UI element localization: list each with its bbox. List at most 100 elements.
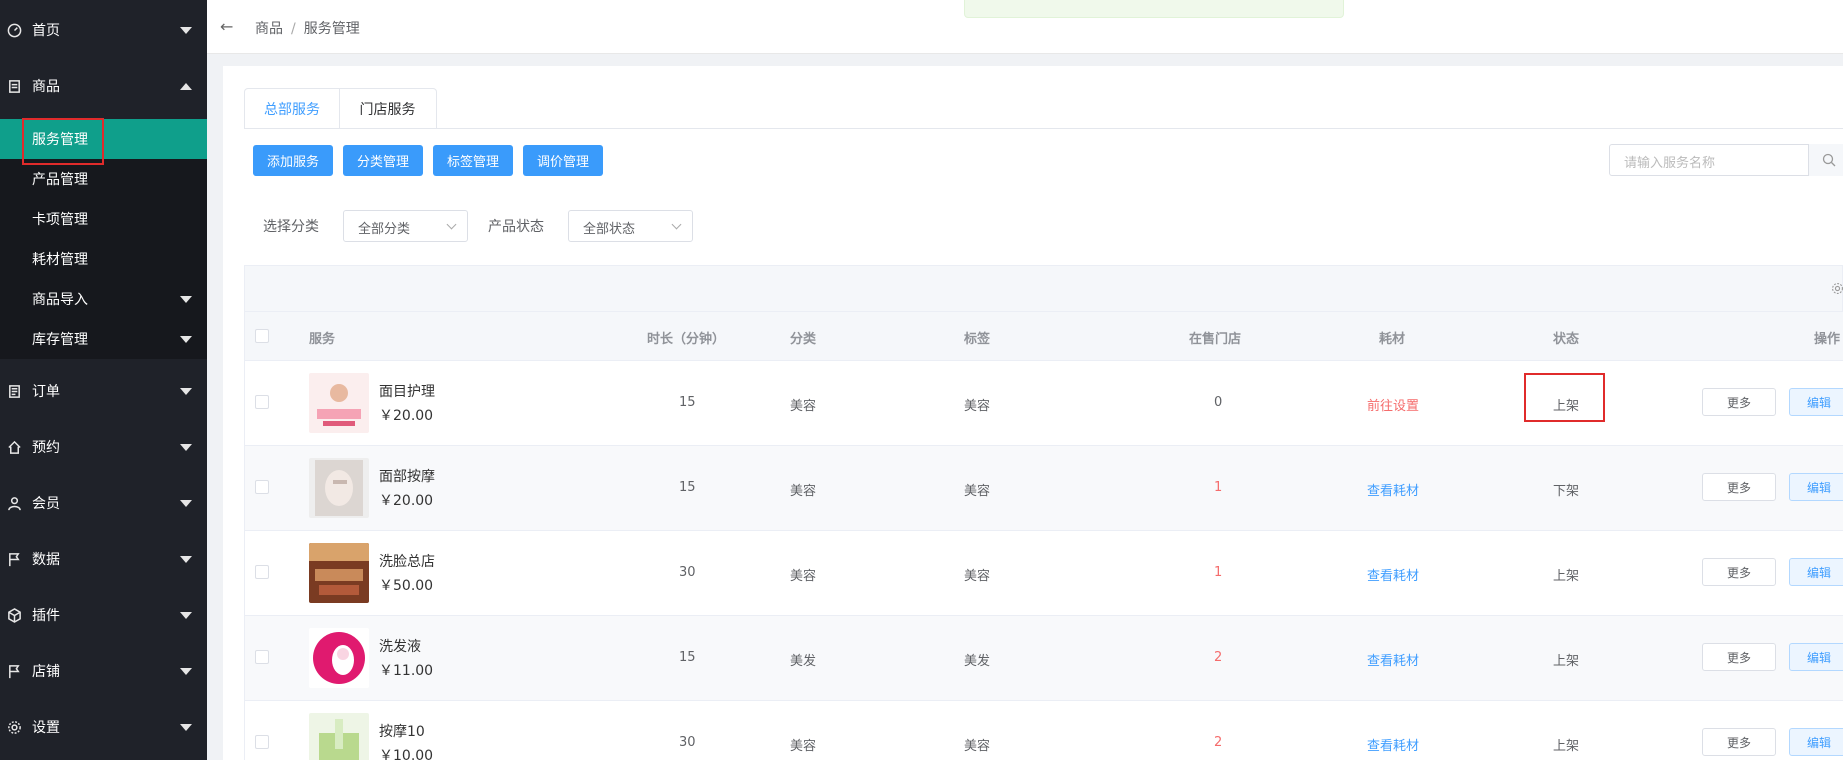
- add-service-button[interactable]: 添加服务: [253, 145, 333, 176]
- tag-management-button[interactable]: 标签管理: [433, 145, 513, 176]
- chevron-down-icon: [180, 667, 192, 675]
- tag-cell: 美容: [964, 484, 991, 499]
- status-cell: 下架: [1553, 484, 1580, 499]
- material-link[interactable]: 查看耗材: [1367, 735, 1419, 754]
- status-cell: 上架: [1553, 569, 1580, 584]
- edit-button[interactable]: 编辑: [1789, 728, 1843, 756]
- sub-label: 产品管理: [32, 172, 88, 188]
- table-toolbar: [244, 265, 1843, 312]
- sub-stock-management[interactable]: 库存管理: [0, 319, 207, 359]
- service-price: ￥11.00: [379, 663, 434, 679]
- status-highlight-box: [1524, 373, 1605, 422]
- nav-settings[interactable]: 设置: [0, 701, 207, 753]
- header-category: 分类: [790, 332, 817, 347]
- category-select[interactable]: 全部分类: [343, 210, 468, 242]
- tab-hq-services[interactable]: 总部服务: [244, 88, 340, 129]
- stores-cell: 1: [1214, 480, 1223, 495]
- category-filter-label: 选择分类: [263, 219, 319, 235]
- search-box: 请输入服务名称: [1609, 144, 1843, 176]
- back-arrow-icon[interactable]: ←: [220, 17, 233, 36]
- nav-stores[interactable]: 店铺: [0, 645, 207, 697]
- table-row: 按摩10 ￥10.00 30 美容 美容 2 查看耗材 上架 更多 编辑: [244, 701, 1843, 760]
- header-stores: 在售门店: [1189, 332, 1242, 347]
- nav-data[interactable]: 数据: [0, 533, 207, 585]
- service-thumbnail: [309, 543, 369, 603]
- material-link[interactable]: 查看耗材: [1367, 565, 1419, 584]
- breadcrumb-root[interactable]: 商品: [255, 21, 283, 37]
- highlight-box: [22, 118, 104, 165]
- more-button[interactable]: 更多: [1702, 388, 1776, 416]
- row-checkbox[interactable]: [255, 480, 269, 494]
- nav-members[interactable]: 会员: [0, 477, 207, 529]
- service-thumbnail: [309, 628, 369, 688]
- edit-button[interactable]: 编辑: [1789, 473, 1843, 501]
- tab-store-services[interactable]: 门店服务: [339, 88, 437, 129]
- material-link[interactable]: 查看耗材: [1367, 480, 1419, 499]
- row-checkbox[interactable]: [255, 650, 269, 664]
- settings-icon[interactable]: [1831, 282, 1843, 295]
- select-all-checkbox[interactable]: [255, 329, 269, 343]
- category-management-button[interactable]: 分类管理: [343, 145, 423, 176]
- service-price: ￥50.00: [379, 578, 434, 594]
- cube-icon: [6, 607, 22, 623]
- sidebar: 首页 商品 服务管理 产品管理 卡项管理 耗材管理 商品导入 库存管理 订单 预…: [0, 0, 207, 760]
- nav-home[interactable]: 首页: [0, 4, 207, 56]
- more-button[interactable]: 更多: [1702, 643, 1776, 671]
- search-input[interactable]: 请输入服务名称: [1624, 152, 1715, 171]
- nav-booking-label: 预约: [32, 440, 60, 456]
- stores-cell: 1: [1214, 565, 1223, 580]
- more-button[interactable]: 更多: [1702, 473, 1776, 501]
- category-cell: 美容: [790, 569, 817, 584]
- row-checkbox[interactable]: [255, 565, 269, 579]
- success-toast: [964, 0, 1344, 18]
- price-management-button[interactable]: 调价管理: [523, 145, 603, 176]
- table-row: 洗发液 ￥11.00 15 美发 美发 2 查看耗材 上架 更多 编辑: [244, 616, 1843, 701]
- header-actions: 操作: [1814, 332, 1841, 347]
- status-select-value: 全部状态: [583, 222, 636, 237]
- edit-button[interactable]: 编辑: [1789, 643, 1843, 671]
- category-cell: 美容: [790, 399, 817, 414]
- chevron-down-icon: [671, 219, 682, 230]
- sub-label: 库存管理: [32, 332, 88, 348]
- header-service: 服务: [309, 332, 336, 347]
- nav-orders[interactable]: 订单: [0, 365, 207, 417]
- table-header: 服务 时长（分钟） 分类 标签 在售门店 耗材 状态 操作: [244, 312, 1843, 361]
- service-name: 洗发液: [379, 639, 421, 655]
- nav-settings-label: 设置: [32, 720, 60, 736]
- search-button[interactable]: [1808, 144, 1843, 176]
- sub-material-management[interactable]: 耗材管理: [0, 239, 207, 279]
- tag-cell: 美容: [964, 399, 991, 414]
- duration-cell: 30: [679, 565, 696, 580]
- chevron-down-icon: [180, 555, 192, 563]
- nav-booking[interactable]: 预约: [0, 421, 207, 473]
- sub-product-management[interactable]: 产品管理: [0, 159, 207, 199]
- category-cell: 美容: [790, 739, 817, 754]
- status-select[interactable]: 全部状态: [568, 210, 693, 242]
- more-button[interactable]: 更多: [1702, 558, 1776, 586]
- chevron-down-icon: [180, 295, 192, 303]
- more-button[interactable]: 更多: [1702, 728, 1776, 756]
- service-thumbnail: [309, 458, 369, 518]
- sub-goods-import[interactable]: 商品导入: [0, 279, 207, 319]
- stores-cell: 2: [1214, 650, 1223, 665]
- sub-card-management[interactable]: 卡项管理: [0, 199, 207, 239]
- status-cell: 上架: [1553, 739, 1580, 754]
- breadcrumb-current: 服务管理: [303, 21, 360, 37]
- nav-data-label: 数据: [32, 552, 60, 568]
- duration-cell: 15: [679, 650, 696, 665]
- tag-cell: 美容: [964, 569, 991, 584]
- edit-button[interactable]: 编辑: [1789, 388, 1843, 416]
- service-name: 面部按摩: [379, 469, 435, 485]
- row-checkbox[interactable]: [255, 395, 269, 409]
- nav-goods[interactable]: 商品: [0, 60, 207, 112]
- chevron-down-icon: [180, 387, 192, 395]
- edit-button[interactable]: 编辑: [1789, 558, 1843, 586]
- row-checkbox[interactable]: [255, 735, 269, 749]
- material-link[interactable]: 查看耗材: [1367, 650, 1419, 669]
- user-icon: [6, 495, 22, 511]
- header-duration: 时长（分钟）: [647, 332, 726, 347]
- nav-plugins[interactable]: 插件: [0, 589, 207, 641]
- nav-goods-label: 商品: [32, 79, 60, 95]
- material-link[interactable]: 前往设置: [1367, 395, 1419, 414]
- dashboard-icon: [6, 22, 22, 38]
